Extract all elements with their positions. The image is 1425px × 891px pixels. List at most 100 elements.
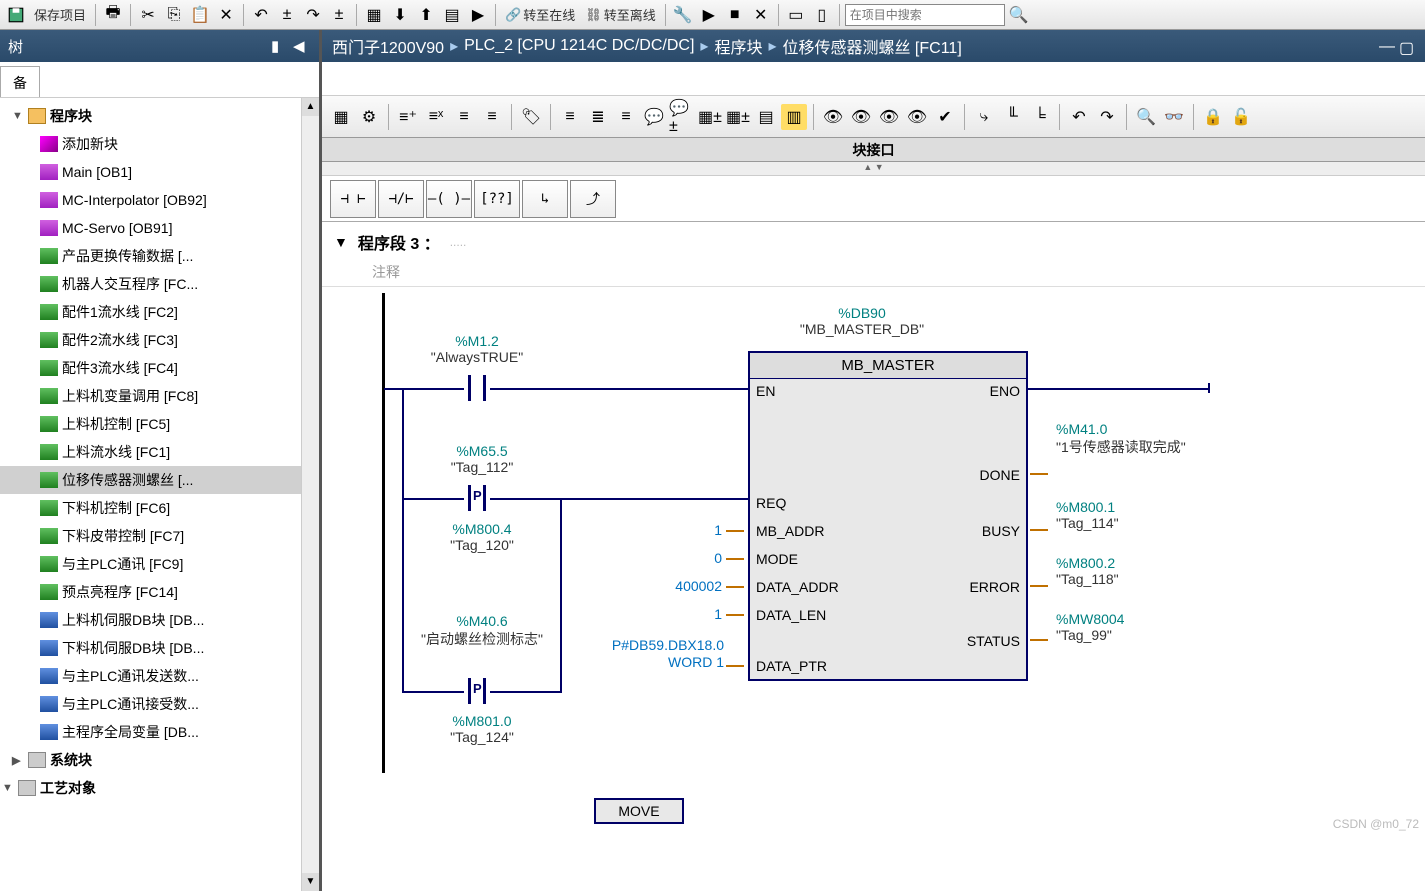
tree-item[interactable]: 主程序全局变量 [DB... (0, 718, 319, 746)
breadcrumb-segment[interactable]: PLC_2 [CPU 1214C DC/DC/DC] (464, 37, 694, 55)
tree-item[interactable]: 配件3流水线 [FC4] (0, 354, 319, 382)
go-online-button[interactable]: 🔗转至在线 (501, 5, 579, 24)
stop-icon[interactable]: ■ (723, 3, 747, 27)
val-dataptr[interactable]: P#DB59.DBX18.0 WORD 1 (592, 637, 724, 671)
out-status[interactable]: %MW8004 "Tag_99" (1056, 611, 1124, 643)
view4-icon[interactable]: ▥ (781, 104, 807, 130)
save-icon[interactable] (4, 3, 28, 27)
breadcrumb-segment[interactable]: 程序块 (714, 34, 762, 58)
ins-net-icon[interactable]: ≡⁺ (395, 104, 421, 130)
split-h-icon[interactable]: ▭ (784, 3, 808, 27)
lad-tool-button[interactable]: ⊣/⊢ (378, 180, 424, 218)
expand-icon[interactable]: ▼ (12, 110, 24, 122)
tree-item[interactable]: 产品更换传输数据 [... (0, 242, 319, 270)
tree-group-sys[interactable]: ▶ 系统块 (0, 746, 319, 774)
tree-item[interactable]: 下料机控制 [FC6] (0, 494, 319, 522)
tree-item[interactable]: 预点亮程序 [FC14] (0, 578, 319, 606)
start-icon[interactable]: ▶ (466, 3, 490, 27)
tree-item[interactable]: 下料皮带控制 [FC7] (0, 522, 319, 550)
redo-icon[interactable]: ↷ (301, 3, 325, 27)
lock2-icon[interactable]: 🔓 (1228, 104, 1254, 130)
nav1-icon[interactable]: ⤷ (971, 104, 997, 130)
save-button[interactable]: 保存项目 (30, 5, 90, 24)
p-contact-c4[interactable]: P (464, 678, 490, 704)
ref2-icon[interactable]: ↷ (1094, 104, 1120, 130)
tree-item[interactable]: Main [OB1] (0, 158, 319, 186)
close-conn-icon[interactable]: ✕ (749, 3, 773, 27)
lad-tool-button[interactable]: ↳ (522, 180, 568, 218)
view2-icon[interactable]: ▦± (725, 104, 751, 130)
tree-item[interactable]: 与主PLC通讯发送数... (0, 662, 319, 690)
split-v-icon[interactable]: ▯ (810, 3, 834, 27)
move-block[interactable]: MOVE (594, 798, 684, 824)
view3-icon[interactable]: ▤ (753, 104, 779, 130)
lad-tool-button[interactable]: ⤴ (570, 180, 616, 218)
tree-item[interactable]: 与主PLC通讯接受数... (0, 690, 319, 718)
out-done[interactable]: %M41.0 "1号传感器读取完成" (1056, 421, 1216, 457)
paste-icon[interactable]: 📋 (188, 3, 212, 27)
device-icon[interactable]: 🔧 (671, 3, 695, 27)
delete-icon[interactable]: ✕ (214, 3, 238, 27)
lad-tool-button[interactable]: ⊣ ⊢ (330, 180, 376, 218)
breadcrumb-segment[interactable]: 西门子1200V90 (332, 34, 444, 58)
p-contact-c2[interactable]: P (464, 485, 490, 511)
val-mbaddr[interactable]: 1 (662, 522, 722, 538)
scroll-up-icon[interactable]: ▲ (302, 98, 319, 116)
nav2-icon[interactable]: ╙ (999, 104, 1025, 130)
compile-icon[interactable]: ▦ (362, 3, 386, 27)
monitor3-icon[interactable]: 👁 (876, 104, 902, 130)
tree-item[interactable]: 配件1流水线 [FC2] (0, 298, 319, 326)
interface-splitter[interactable] (322, 162, 1425, 176)
del-row-icon[interactable]: ≡ (479, 104, 505, 130)
mb-master-block[interactable]: MB_MASTER EN REQ MB_ADDR MODE DATA_ADDR … (748, 351, 1028, 681)
del-net-icon[interactable]: ≡ˣ (423, 104, 449, 130)
tree-tab[interactable]: 备 (0, 66, 40, 97)
find-icon[interactable]: 🔍 (1133, 104, 1159, 130)
tree-item[interactable]: 添加新块 (0, 130, 319, 158)
network-header[interactable]: ▼ 程序段 3 ： ..... (322, 226, 1425, 258)
download-icon[interactable]: ⬇ (388, 3, 412, 27)
tree-item[interactable]: MC-Interpolator [OB92] (0, 186, 319, 214)
lad-tool-button[interactable]: –( )– (426, 180, 472, 218)
run-icon[interactable]: ▶ (697, 3, 721, 27)
check-icon[interactable]: ✔ (932, 104, 958, 130)
tree-scrollbar[interactable]: ▲ ▼ (301, 98, 319, 891)
upload-icon[interactable]: ⬆ (414, 3, 438, 27)
options-icon[interactable]: ⚙ (356, 104, 382, 130)
align-r-icon[interactable]: ≡ (613, 104, 639, 130)
search-icon[interactable]: 🔍 (1007, 3, 1031, 27)
search-input[interactable] (845, 4, 1005, 26)
undo-icon[interactable]: ↶ (249, 3, 273, 27)
ins-row-icon[interactable]: ≡ (451, 104, 477, 130)
copy-icon[interactable]: ⎘ (162, 3, 186, 27)
tree-group-tech[interactable]: ▼ 工艺对象 (0, 774, 319, 802)
expand-icon[interactable]: ▼ (2, 782, 14, 794)
cut-icon[interactable]: ✂ (136, 3, 160, 27)
ladder-diagram[interactable]: %DB90 "MB_MASTER_DB" %M1.2 "AlwaysTRUE" … (362, 293, 1425, 833)
align-l-icon[interactable]: ≡ (557, 104, 583, 130)
no-contact-c1[interactable] (464, 375, 490, 401)
tree-item[interactable]: 下料机伺服DB块 [DB... (0, 634, 319, 662)
monitor4-icon[interactable]: 👁 (904, 104, 930, 130)
network-comment[interactable]: 注释 (322, 258, 1425, 287)
glasses-icon[interactable]: 👓 (1161, 104, 1187, 130)
tag-icon[interactable]: 🏷 (518, 104, 544, 130)
tree-item[interactable]: 机器人交互程序 [FC... (0, 270, 319, 298)
tree-col-icon[interactable]: ▮ (271, 37, 289, 55)
val-dataaddr[interactable]: 400002 (632, 578, 722, 594)
val-datalen[interactable]: 1 (662, 606, 722, 622)
nav3-icon[interactable]: ╘ (1027, 104, 1053, 130)
breadcrumb-segment[interactable]: 位移传感器测螺丝 [FC11] (782, 34, 961, 58)
lad-tool-button[interactable]: [??] (474, 180, 520, 218)
tree-item[interactable]: MC-Servo [OB91] (0, 214, 319, 242)
grid-icon[interactable]: ▦ (328, 104, 354, 130)
scroll-down-icon[interactable]: ▼ (302, 873, 319, 891)
tree-item[interactable]: 配件2流水线 [FC3] (0, 326, 319, 354)
collapse-icon[interactable]: ▼ (334, 234, 348, 250)
ref1-icon[interactable]: ↶ (1066, 104, 1092, 130)
align-c-icon[interactable]: ≣ (585, 104, 611, 130)
expand-icon[interactable]: ▶ (12, 754, 24, 767)
undo-drop-icon[interactable]: ± (275, 3, 299, 27)
out-error[interactable]: %M800.2 "Tag_118" (1056, 555, 1119, 587)
tree-item[interactable]: 与主PLC通讯 [FC9] (0, 550, 319, 578)
